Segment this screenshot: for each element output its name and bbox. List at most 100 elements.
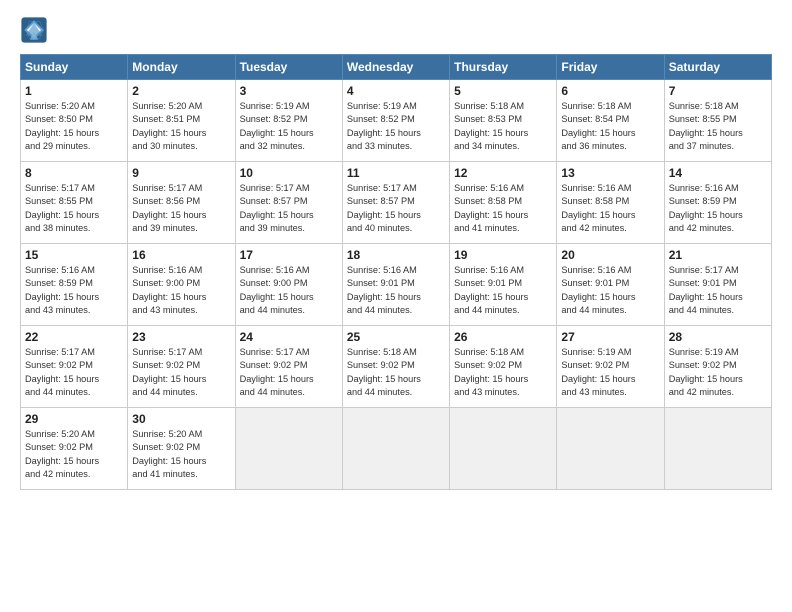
daylight-label: Daylight: 15 hours <box>240 292 314 302</box>
sunrise-label: Sunrise: 5:16 AM <box>561 265 631 275</box>
daylight-minutes: and 44 minutes. <box>347 305 412 315</box>
sunrise-label: Sunrise: 5:17 AM <box>669 265 739 275</box>
sunset-label: Sunset: 9:02 PM <box>25 360 93 370</box>
sunrise-label: Sunrise: 5:17 AM <box>240 347 310 357</box>
sunrise-label: Sunrise: 5:19 AM <box>240 101 310 111</box>
sunset-label: Sunset: 8:58 PM <box>454 196 522 206</box>
day-number: 19 <box>454 248 552 262</box>
sunrise-label: Sunrise: 5:16 AM <box>132 265 202 275</box>
daylight-label: Daylight: 15 hours <box>132 456 206 466</box>
calendar-week-row: 1 Sunrise: 5:20 AM Sunset: 8:50 PM Dayli… <box>21 80 772 162</box>
sunset-label: Sunset: 8:57 PM <box>347 196 415 206</box>
sunset-label: Sunset: 8:55 PM <box>669 114 737 124</box>
calendar-day: 21 Sunrise: 5:17 AM Sunset: 9:01 PM Dayl… <box>664 244 771 326</box>
daylight-label: Daylight: 15 hours <box>25 456 99 466</box>
day-number: 22 <box>25 330 123 344</box>
daylight-minutes: and 42 minutes. <box>669 223 734 233</box>
sunset-label: Sunset: 9:02 PM <box>132 442 200 452</box>
header-sunday: Sunday <box>21 55 128 80</box>
day-number: 25 <box>347 330 445 344</box>
sunset-label: Sunset: 9:02 PM <box>240 360 308 370</box>
page: Sunday Monday Tuesday Wednesday Thursday… <box>0 0 792 612</box>
daylight-label: Daylight: 15 hours <box>240 128 314 138</box>
daylight-label: Daylight: 15 hours <box>25 210 99 220</box>
daylight-label: Daylight: 15 hours <box>454 210 528 220</box>
sunrise-label: Sunrise: 5:18 AM <box>454 101 524 111</box>
sunrise-label: Sunrise: 5:17 AM <box>25 183 95 193</box>
day-number: 11 <box>347 166 445 180</box>
daylight-label: Daylight: 15 hours <box>347 374 421 384</box>
calendar-day: 29 Sunrise: 5:20 AM Sunset: 9:02 PM Dayl… <box>21 408 128 490</box>
sunset-label: Sunset: 8:58 PM <box>561 196 629 206</box>
day-number: 18 <box>347 248 445 262</box>
sunset-label: Sunset: 9:02 PM <box>561 360 629 370</box>
calendar-week-row: 8 Sunrise: 5:17 AM Sunset: 8:55 PM Dayli… <box>21 162 772 244</box>
day-info: Sunrise: 5:18 AM Sunset: 8:54 PM Dayligh… <box>561 100 659 153</box>
daylight-minutes: and 44 minutes. <box>240 387 305 397</box>
sunrise-label: Sunrise: 5:19 AM <box>669 347 739 357</box>
sunset-label: Sunset: 9:00 PM <box>240 278 308 288</box>
sunrise-label: Sunrise: 5:20 AM <box>25 101 95 111</box>
daylight-minutes: and 38 minutes. <box>25 223 90 233</box>
day-info: Sunrise: 5:18 AM Sunset: 8:55 PM Dayligh… <box>669 100 767 153</box>
daylight-minutes: and 40 minutes. <box>347 223 412 233</box>
day-info: Sunrise: 5:16 AM Sunset: 8:59 PM Dayligh… <box>25 264 123 317</box>
calendar-day: 30 Sunrise: 5:20 AM Sunset: 9:02 PM Dayl… <box>128 408 235 490</box>
logo <box>20 16 52 44</box>
day-number: 1 <box>25 84 123 98</box>
calendar-day: 7 Sunrise: 5:18 AM Sunset: 8:55 PM Dayli… <box>664 80 771 162</box>
daylight-label: Daylight: 15 hours <box>132 374 206 384</box>
calendar-week-row: 22 Sunrise: 5:17 AM Sunset: 9:02 PM Dayl… <box>21 326 772 408</box>
calendar-day: 9 Sunrise: 5:17 AM Sunset: 8:56 PM Dayli… <box>128 162 235 244</box>
day-info: Sunrise: 5:17 AM Sunset: 8:56 PM Dayligh… <box>132 182 230 235</box>
day-number: 9 <box>132 166 230 180</box>
daylight-minutes: and 42 minutes. <box>25 469 90 479</box>
calendar-day: 26 Sunrise: 5:18 AM Sunset: 9:02 PM Dayl… <box>450 326 557 408</box>
sunrise-label: Sunrise: 5:18 AM <box>561 101 631 111</box>
day-info: Sunrise: 5:16 AM Sunset: 9:01 PM Dayligh… <box>561 264 659 317</box>
sunset-label: Sunset: 8:51 PM <box>132 114 200 124</box>
sunset-label: Sunset: 9:01 PM <box>561 278 629 288</box>
calendar-day <box>342 408 449 490</box>
day-info: Sunrise: 5:17 AM Sunset: 8:55 PM Dayligh… <box>25 182 123 235</box>
daylight-label: Daylight: 15 hours <box>347 210 421 220</box>
calendar-day: 17 Sunrise: 5:16 AM Sunset: 9:00 PM Dayl… <box>235 244 342 326</box>
daylight-minutes: and 29 minutes. <box>25 141 90 151</box>
day-info: Sunrise: 5:18 AM Sunset: 9:02 PM Dayligh… <box>454 346 552 399</box>
calendar-table: Sunday Monday Tuesday Wednesday Thursday… <box>20 54 772 490</box>
daylight-label: Daylight: 15 hours <box>132 292 206 302</box>
calendar-day: 20 Sunrise: 5:16 AM Sunset: 9:01 PM Dayl… <box>557 244 664 326</box>
calendar-day: 11 Sunrise: 5:17 AM Sunset: 8:57 PM Dayl… <box>342 162 449 244</box>
day-number: 16 <box>132 248 230 262</box>
calendar-day: 10 Sunrise: 5:17 AM Sunset: 8:57 PM Dayl… <box>235 162 342 244</box>
day-number: 20 <box>561 248 659 262</box>
daylight-minutes: and 44 minutes. <box>454 305 519 315</box>
sunset-label: Sunset: 9:02 PM <box>25 442 93 452</box>
day-info: Sunrise: 5:19 AM Sunset: 8:52 PM Dayligh… <box>240 100 338 153</box>
sunset-label: Sunset: 8:53 PM <box>454 114 522 124</box>
day-info: Sunrise: 5:16 AM Sunset: 9:00 PM Dayligh… <box>132 264 230 317</box>
day-info: Sunrise: 5:17 AM Sunset: 9:02 PM Dayligh… <box>25 346 123 399</box>
logo-icon <box>20 16 48 44</box>
sunrise-label: Sunrise: 5:17 AM <box>132 183 202 193</box>
calendar-week-row: 15 Sunrise: 5:16 AM Sunset: 8:59 PM Dayl… <box>21 244 772 326</box>
daylight-label: Daylight: 15 hours <box>25 292 99 302</box>
daylight-minutes: and 32 minutes. <box>240 141 305 151</box>
daylight-label: Daylight: 15 hours <box>669 292 743 302</box>
daylight-label: Daylight: 15 hours <box>347 292 421 302</box>
daylight-label: Daylight: 15 hours <box>669 128 743 138</box>
day-number: 26 <box>454 330 552 344</box>
sunrise-label: Sunrise: 5:17 AM <box>240 183 310 193</box>
day-number: 15 <box>25 248 123 262</box>
day-info: Sunrise: 5:16 AM Sunset: 9:00 PM Dayligh… <box>240 264 338 317</box>
calendar-day: 23 Sunrise: 5:17 AM Sunset: 9:02 PM Dayl… <box>128 326 235 408</box>
day-info: Sunrise: 5:16 AM Sunset: 8:58 PM Dayligh… <box>561 182 659 235</box>
daylight-label: Daylight: 15 hours <box>454 128 528 138</box>
day-number: 3 <box>240 84 338 98</box>
sunset-label: Sunset: 8:50 PM <box>25 114 93 124</box>
sunset-label: Sunset: 8:55 PM <box>25 196 93 206</box>
daylight-minutes: and 44 minutes. <box>561 305 626 315</box>
day-info: Sunrise: 5:20 AM Sunset: 9:02 PM Dayligh… <box>25 428 123 481</box>
daylight-minutes: and 43 minutes. <box>132 305 197 315</box>
day-number: 27 <box>561 330 659 344</box>
